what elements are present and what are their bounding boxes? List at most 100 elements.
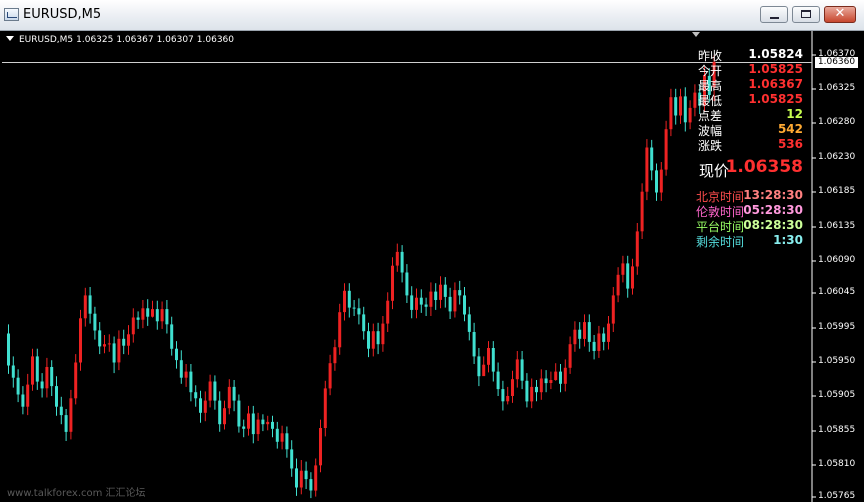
- candle-body: [107, 343, 111, 345]
- candle-body: [199, 398, 202, 413]
- candle-body: [69, 398, 73, 432]
- candle-body: [295, 468, 298, 488]
- candle-body: [611, 295, 615, 324]
- candle-body: [98, 330, 102, 347]
- axis-label: 1.06280: [818, 117, 856, 127]
- candle-body: [405, 272, 409, 296]
- candle-body: [386, 300, 390, 324]
- candle-body: [506, 396, 510, 402]
- candle-body: [304, 470, 308, 480]
- info-row-range: 波幅 542: [2, 122, 803, 138]
- candle-body: [626, 263, 630, 289]
- axis-label: 1.05995: [818, 322, 856, 332]
- close-icon: ✕: [834, 6, 846, 21]
- candle-body: [357, 308, 361, 315]
- candle-body: [467, 314, 471, 332]
- candle-body: [371, 331, 375, 349]
- low-value: 1.05825: [748, 92, 803, 106]
- collapse-arrow-icon[interactable]: [6, 36, 14, 41]
- candle-body: [175, 348, 178, 361]
- current-price-tag: 1.06360: [815, 57, 858, 68]
- candle-body: [59, 406, 63, 416]
- candle-body: [194, 392, 198, 399]
- candle-body: [376, 331, 380, 345]
- info-row-low: 最低 1.05825: [2, 92, 803, 108]
- candle-body: [458, 290, 462, 296]
- candle-body: [621, 263, 625, 275]
- candle-body: [155, 309, 159, 322]
- candle-body: [242, 426, 246, 429]
- candle-body: [189, 371, 193, 393]
- current-price-row: 现价 1.06358: [2, 157, 803, 180]
- candle-body: [184, 371, 188, 378]
- chart-symbol-header[interactable]: EURUSD,M5 1.06325 1.06367 1.06307 1.06360: [6, 35, 237, 45]
- info-row-high: 最高 1.06367: [2, 77, 803, 93]
- spread-value: 12: [786, 107, 803, 121]
- info-row-prev-close: 昨收 1.05824: [2, 47, 803, 63]
- minimize-button[interactable]: [760, 6, 788, 23]
- candle-body: [74, 362, 78, 399]
- chart-window-icon: [4, 8, 19, 21]
- maximize-button[interactable]: [792, 6, 820, 23]
- candle-body: [597, 333, 601, 351]
- candle-body: [251, 413, 255, 435]
- candle-body: [511, 379, 514, 396]
- platform-time-value: 08:28:30: [743, 218, 803, 232]
- candle-body: [549, 380, 553, 383]
- candle-body: [496, 371, 500, 390]
- candle-body: [218, 400, 222, 425]
- candle-body: [482, 364, 486, 377]
- candle-body: [573, 329, 577, 345]
- candle-body: [83, 295, 87, 319]
- candle-body: [21, 394, 25, 407]
- beijing-time-value: 13:28:30: [743, 188, 803, 202]
- candle-body: [223, 408, 226, 425]
- candle-body: [631, 266, 634, 289]
- candle-body: [261, 419, 265, 425]
- ohlc-high: 1.06367: [116, 35, 154, 45]
- candle-body: [275, 428, 279, 442]
- candle-body: [45, 367, 49, 389]
- info-row-open: 今开 1.05825: [2, 62, 803, 78]
- candle-body: [602, 333, 606, 342]
- candle-body: [179, 360, 183, 378]
- candle-body: [266, 421, 270, 425]
- ask-marker-icon: [692, 32, 700, 37]
- candle-body: [343, 290, 346, 313]
- candle-body: [16, 377, 20, 395]
- candle-body: [31, 356, 34, 385]
- candle-body: [79, 318, 82, 363]
- candle-body: [170, 324, 174, 349]
- candle-body: [415, 297, 418, 310]
- candle-body: [323, 388, 327, 428]
- range-value: 542: [777, 122, 803, 136]
- candle-body: [103, 344, 106, 347]
- candle-body: [160, 309, 164, 322]
- candle-body: [314, 465, 318, 491]
- axis-label: 1.05765: [818, 491, 856, 501]
- candle-body: [280, 433, 284, 442]
- candle-body: [338, 312, 342, 348]
- axis-label: 1.06045: [818, 287, 856, 297]
- candle-body: [544, 378, 548, 384]
- candle-body: [530, 386, 534, 402]
- candle-body: [487, 348, 490, 365]
- close-button[interactable]: ✕: [824, 6, 856, 23]
- candle-body: [35, 356, 39, 382]
- candle-body: [520, 359, 524, 381]
- candle-body: [117, 338, 121, 363]
- candle-body: [568, 344, 572, 368]
- candle-body: [136, 317, 140, 320]
- watermark-logo: www.talkforex.com 汇汇论坛: [7, 488, 146, 499]
- axis-label: 1.05905: [818, 390, 856, 400]
- axis-label: 1.06230: [818, 152, 856, 162]
- candle-body: [477, 356, 481, 377]
- maximize-icon: [801, 10, 811, 18]
- candle-body: [256, 419, 260, 435]
- candle-body: [333, 347, 337, 364]
- price-chart[interactable]: EURUSD,M5 1.06325 1.06367 1.06307 1.06360 昨收…: [2, 31, 862, 502]
- current-price-label: 现价: [698, 162, 729, 180]
- high-value: 1.06367: [748, 77, 803, 91]
- candle-body: [395, 251, 399, 266]
- title-bar[interactable]: EURUSD,M5 ✕: [0, 0, 864, 31]
